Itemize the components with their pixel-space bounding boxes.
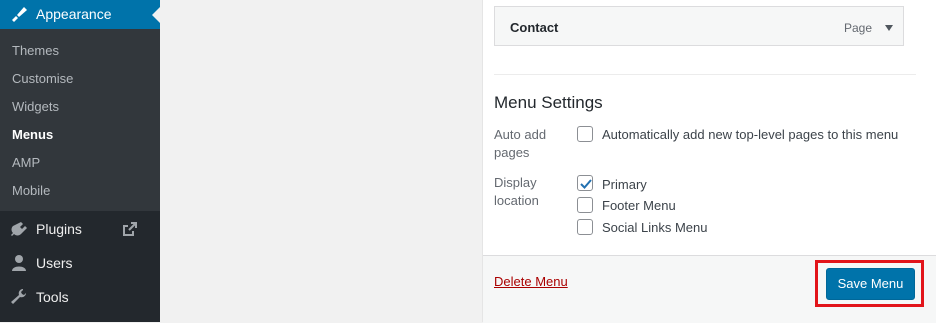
- delete-menu-link[interactable]: Delete Menu: [494, 274, 568, 289]
- footer-menu-label: Footer Menu: [602, 198, 676, 213]
- auto-add-pages-option: Automatically add new top-level pages to…: [602, 127, 899, 142]
- sidebar-item-label: Plugins: [36, 221, 82, 237]
- checkmark-icon: [580, 179, 592, 189]
- menu-edit-panel: Contact Page Menu Settings Auto add page…: [482, 0, 936, 323]
- footer-menu-checkbox[interactable]: [577, 197, 593, 213]
- current-menu-pointer: [152, 7, 160, 23]
- wrench-icon: [9, 288, 29, 306]
- menu-item-type: Page: [844, 21, 873, 35]
- save-menu-button[interactable]: Save Menu: [826, 268, 915, 300]
- submenu-item-widgets[interactable]: Widgets: [12, 99, 59, 115]
- menu-item-contact[interactable]: Contact Page: [494, 6, 904, 46]
- appearance-submenu: Themes Customise Widgets Menus AMP Mobil…: [0, 29, 160, 211]
- display-location-label-line1: Display: [494, 175, 537, 190]
- social-links-menu-label: Social Links Menu: [602, 220, 708, 235]
- divider: [494, 74, 916, 75]
- submenu-item-amp[interactable]: AMP: [12, 155, 40, 171]
- caret-down-icon[interactable]: [884, 20, 894, 31]
- display-location-label-line2: location: [494, 193, 539, 208]
- submenu-item-mobile[interactable]: Mobile: [12, 183, 50, 199]
- social-links-menu-checkbox[interactable]: [577, 219, 593, 235]
- paintbrush-icon: [9, 5, 29, 23]
- primary-location-label: Primary: [602, 177, 647, 192]
- submenu-item-customise[interactable]: Customise: [12, 71, 73, 87]
- sidebar-item-plugins[interactable]: Plugins: [0, 212, 160, 246]
- admin-sidebar: Appearance Themes Customise Widgets Menu…: [0, 0, 160, 322]
- plugin-icon: [9, 220, 29, 238]
- auto-add-label-line1: Auto add: [494, 127, 547, 142]
- menu-item-title: Contact: [510, 20, 559, 35]
- menu-settings-heading: Menu Settings: [494, 93, 603, 112]
- auto-add-label-line2: pages: [494, 145, 530, 160]
- submenu-item-themes[interactable]: Themes: [12, 43, 59, 59]
- sidebar-item-tools[interactable]: Tools: [0, 280, 160, 314]
- external-link-icon: [122, 221, 138, 237]
- sidebar-item-label: Appearance: [36, 6, 112, 22]
- submenu-item-menus[interactable]: Menus: [12, 127, 53, 143]
- sidebar-item-label: Users: [36, 255, 73, 271]
- primary-location-checkbox[interactable]: [577, 175, 593, 191]
- sidebar-item-users[interactable]: Users: [0, 246, 160, 280]
- sidebar-item-appearance[interactable]: Appearance: [0, 0, 160, 29]
- user-icon: [9, 254, 29, 272]
- menu-footer: Delete Menu Save Menu: [483, 255, 936, 323]
- sidebar-item-label: Tools: [36, 289, 69, 305]
- auto-add-pages-checkbox[interactable]: [577, 126, 593, 142]
